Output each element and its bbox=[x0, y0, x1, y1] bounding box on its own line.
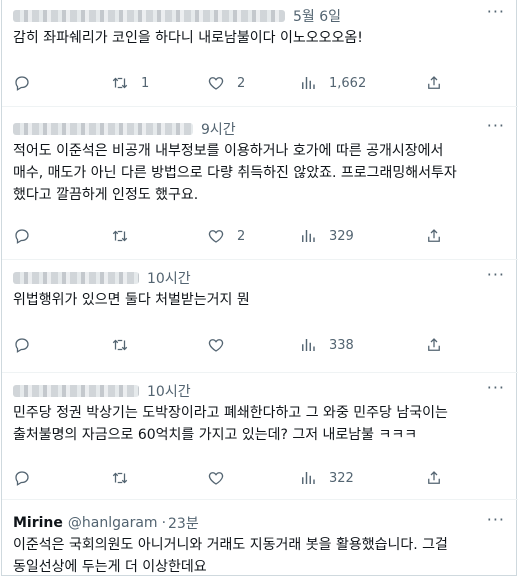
tweet[interactable]: 10시간 ··· 민주당 정권 박상기는 도박장이라고 폐쇄한다하고 그 와중 … bbox=[2, 372, 518, 498]
more-options-icon[interactable]: ··· bbox=[487, 378, 505, 397]
action-bar: 1 2 1,662 bbox=[13, 74, 443, 94]
tweet-text-line: 위법행위가 있으면 둘다 처벌받는거지 뭔 bbox=[13, 292, 250, 308]
tweet-text: 감히 좌파쉐리가 코인을 하다니 내로남불이다 이노오오오옴! bbox=[13, 27, 513, 49]
blurred-author bbox=[13, 385, 139, 397]
views-button[interactable]: 329 bbox=[299, 227, 354, 245]
reply-button[interactable] bbox=[13, 227, 43, 245]
tweet-text-line: 적어도 이준석은 비공개 내부정보를 이용하거나 호가에 따른 공개시장에서 bbox=[13, 143, 444, 159]
like-icon bbox=[208, 230, 224, 243]
reply-icon bbox=[15, 338, 29, 353]
tweet-text: 적어도 이준석은 비공개 내부정보를 이용하거나 호가에 따른 공개시장에서 매… bbox=[13, 140, 513, 206]
share-icon bbox=[428, 229, 440, 242]
share-icon bbox=[428, 338, 440, 351]
tweet[interactable]: 5월 6일 ··· 감히 좌파쉐리가 코인을 하다니 내로남불이다 이노오오오옴… bbox=[2, 0, 518, 105]
reply-button[interactable] bbox=[13, 74, 43, 92]
timestamp[interactable]: 5월 6일 bbox=[293, 6, 341, 26]
like-button[interactable]: 2 bbox=[207, 227, 245, 245]
tweet-text: 이준석은 국회의원도 아니거니와 거래도 지동거래 봇을 활용했습니다. 그걸 … bbox=[13, 534, 513, 578]
blurred-author bbox=[13, 10, 285, 22]
timestamp[interactable]: 9시간 bbox=[201, 119, 236, 139]
timestamp[interactable]: 23분 bbox=[168, 513, 199, 533]
tweet[interactable]: Mirine @hanlgaram · 23분 ··· 이준석은 국회의원도 아… bbox=[2, 499, 518, 576]
tweet-header: 10시간 bbox=[13, 381, 191, 401]
retweet-button[interactable] bbox=[111, 469, 141, 487]
tweet-text-line: 했다고 깔끔하게 인정도 했구요. bbox=[13, 187, 199, 203]
tweet-text: 위법행위가 있으면 둘다 처벌받는거지 뭔 bbox=[13, 289, 513, 311]
reply-icon bbox=[15, 471, 29, 486]
like-button[interactable] bbox=[207, 336, 237, 354]
like-icon bbox=[208, 77, 224, 90]
tweet-header: 5월 6일 bbox=[13, 6, 341, 26]
views-icon bbox=[302, 230, 315, 242]
blurred-author bbox=[13, 272, 139, 284]
views-button[interactable]: 338 bbox=[299, 336, 354, 354]
reply-button[interactable] bbox=[13, 336, 43, 354]
like-button[interactable]: 2 bbox=[207, 74, 245, 92]
author-handle[interactable]: @hanlgaram bbox=[68, 515, 158, 531]
separator-dot: · bbox=[161, 515, 167, 531]
tweet-text-line: 매수, 매도가 아닌 다른 방법으로 다량 취득하진 않았죠. 프로그래밍해서투… bbox=[13, 165, 457, 181]
tweet[interactable]: 10시간 ··· 위법행위가 있으면 둘다 처벌받는거지 뭔 338 bbox=[2, 259, 518, 371]
views-icon bbox=[302, 339, 315, 351]
reply-button[interactable] bbox=[13, 469, 43, 487]
retweet-button[interactable] bbox=[111, 336, 141, 354]
reply-icon bbox=[15, 76, 29, 91]
views-icon bbox=[302, 77, 315, 89]
action-bar: 338 bbox=[13, 336, 443, 356]
share-icon bbox=[428, 76, 440, 89]
more-options-icon[interactable]: ··· bbox=[487, 265, 505, 284]
like-icon bbox=[208, 339, 224, 352]
retweet-icon bbox=[112, 77, 128, 89]
retweet-button[interactable]: 1 bbox=[111, 74, 149, 92]
like-button[interactable] bbox=[207, 469, 237, 487]
timestamp[interactable]: 10시간 bbox=[147, 381, 191, 401]
retweet-icon bbox=[112, 339, 128, 351]
share-button[interactable] bbox=[425, 227, 443, 245]
tweet[interactable]: 9시간 ··· 적어도 이준석은 비공개 내부정보를 이용하거나 호가에 따른 … bbox=[2, 106, 518, 258]
more-options-icon[interactable]: ··· bbox=[487, 2, 505, 21]
action-bar: 2 329 bbox=[13, 227, 443, 247]
tweet-header: Mirine @hanlgaram · 23분 bbox=[13, 513, 199, 533]
retweet-button[interactable] bbox=[111, 227, 141, 245]
tweet-text-line: 이준석은 국회의원도 아니거니와 거래도 지동거래 봇을 활용했습니다. 그걸 bbox=[13, 537, 448, 553]
more-options-icon[interactable]: ··· bbox=[487, 510, 505, 529]
share-icon bbox=[428, 471, 440, 484]
share-button[interactable] bbox=[425, 469, 443, 487]
tweet-header: 10시간 bbox=[13, 268, 191, 288]
tweet-text-line: 민주당 정권 박상기는 도박장이라고 폐쇄한다하고 그 와중 민주당 남국이는 bbox=[13, 405, 448, 421]
more-options-icon[interactable]: ··· bbox=[487, 116, 505, 135]
retweet-icon bbox=[112, 472, 128, 484]
views-button[interactable]: 1,662 bbox=[299, 74, 366, 92]
tweet-text-line: 감히 좌파쉐리가 코인을 하다니 내로남불이다 이노오오오옴! bbox=[13, 30, 363, 46]
share-button[interactable] bbox=[425, 336, 443, 354]
like-icon bbox=[208, 472, 224, 485]
tweet-text-line: 동일선상에 두는게 더 이상한데요 bbox=[13, 559, 207, 575]
views-button[interactable]: 322 bbox=[299, 469, 354, 487]
tweet-header: 9시간 bbox=[13, 119, 236, 139]
share-button[interactable] bbox=[425, 74, 443, 92]
tweet-text-line: 출처불명의 자금으로 60억치를 가지고 있는데? 그저 내로남불 ㅋㅋㅋ bbox=[13, 427, 418, 443]
views-icon bbox=[302, 472, 315, 484]
timestamp[interactable]: 10시간 bbox=[147, 268, 191, 288]
action-bar: 322 bbox=[13, 469, 443, 489]
tweet-text: 민주당 정권 박상기는 도박장이라고 폐쇄한다하고 그 와중 민주당 남국이는 … bbox=[13, 402, 513, 446]
reply-icon bbox=[15, 229, 29, 244]
author-name[interactable]: Mirine bbox=[13, 515, 63, 531]
retweet-icon bbox=[112, 230, 128, 242]
timeline: 5월 6일 ··· 감히 좌파쉐리가 코인을 하다니 내로남불이다 이노오오오옴… bbox=[1, 0, 518, 576]
blurred-author bbox=[13, 123, 193, 135]
